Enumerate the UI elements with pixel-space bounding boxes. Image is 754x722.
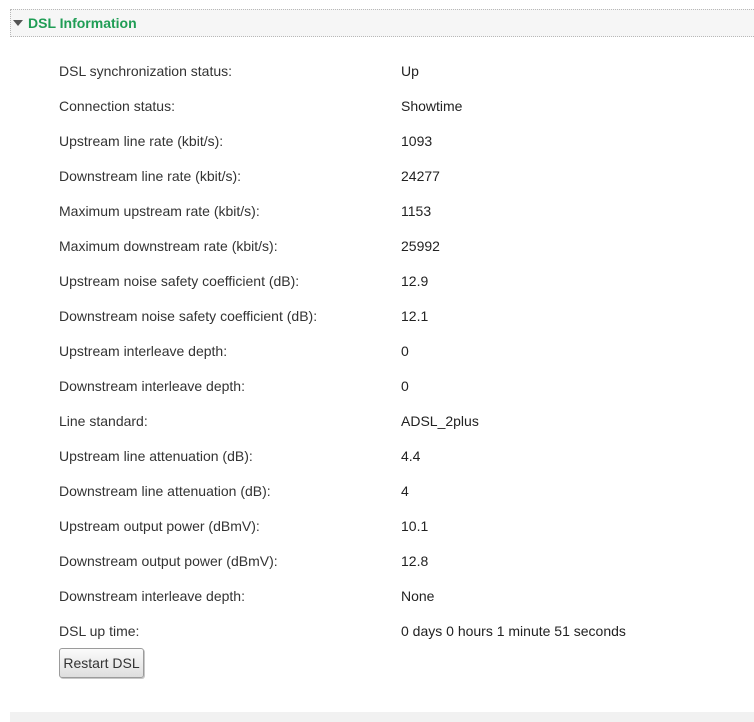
info-row: Downstream line attenuation (dB): 4 (59, 473, 626, 508)
dsl-information-page: DSL Information DSL synchronization stat… (0, 0, 754, 722)
info-value: 1153 (401, 202, 432, 219)
restart-dsl-button[interactable]: Restart DSL (59, 648, 144, 678)
info-row: Upstream output power (dBmV): 10.1 (59, 508, 626, 543)
info-label: Upstream noise safety coefficient (dB): (59, 272, 300, 289)
info-row: Maximum downstream rate (kbit/s): 25992 (59, 228, 626, 263)
info-row: Downstream interleave depth: None (59, 578, 626, 613)
info-row: DSL synchronization status: Up (59, 53, 626, 88)
info-label: Upstream line rate (kbit/s): (59, 132, 224, 149)
info-row: Connection status: Showtime (59, 88, 626, 123)
info-label: Downstream noise safety coefficient (dB)… (59, 307, 318, 324)
info-label: Maximum downstream rate (kbit/s): (59, 237, 278, 254)
info-row: Upstream interleave depth: 0 (59, 333, 626, 368)
info-value: None (401, 587, 435, 604)
info-value: 10.1 (401, 517, 429, 534)
info-label: DSL up time: (59, 622, 140, 639)
info-label: Downstream interleave depth: (59, 587, 245, 604)
info-value: 0 days 0 hours 1 minute 51 seconds (401, 622, 626, 639)
info-label: Downstream line rate (kbit/s): (59, 167, 242, 184)
info-row: Maximum upstream rate (kbit/s): 1153 (59, 193, 626, 228)
info-value: 1093 (401, 132, 433, 149)
info-value: 24277 (401, 167, 440, 184)
info-label: Maximum upstream rate (kbit/s): (59, 202, 260, 219)
info-row: Downstream noise safety coefficient (dB)… (59, 298, 626, 333)
info-row: Upstream line rate (kbit/s): 1093 (59, 123, 626, 158)
info-row: Upstream line attenuation (dB): 4.4 (59, 438, 626, 473)
section-title: DSL Information (28, 15, 137, 31)
info-value: ADSL_2plus (401, 412, 479, 429)
info-label: Line standard: (59, 412, 148, 429)
info-value: 12.1 (401, 307, 429, 324)
info-label: Upstream output power (dBmV): (59, 517, 260, 534)
info-value: 4.4 (401, 447, 421, 464)
next-section-bar (10, 712, 754, 722)
info-value: Up (401, 62, 419, 79)
dsl-info-table: DSL synchronization status: Up Connectio… (59, 53, 626, 648)
info-value: Showtime (401, 97, 463, 114)
info-value: 4 (401, 482, 409, 499)
info-value: 0 (401, 342, 409, 359)
info-value: 12.9 (401, 272, 429, 289)
info-row: Downstream output power (dBmV): 12.8 (59, 543, 626, 578)
info-row: Upstream noise safety coefficient (dB): … (59, 263, 626, 298)
info-row: Downstream line rate (kbit/s): 24277 (59, 158, 626, 193)
info-row: Downstream interleave depth: 0 (59, 368, 626, 403)
info-label: Upstream interleave depth: (59, 342, 228, 359)
info-value: 0 (401, 377, 409, 394)
info-label: Upstream line attenuation (dB): (59, 447, 253, 464)
info-value: 12.8 (401, 552, 429, 569)
info-label: Connection status: (59, 97, 175, 114)
info-row: DSL up time: 0 days 0 hours 1 minute 51 … (59, 613, 626, 648)
collapse-triangle-icon[interactable] (13, 18, 23, 28)
info-label: DSL synchronization status: (59, 62, 233, 79)
info-label: Downstream interleave depth: (59, 377, 245, 394)
info-label: Downstream line attenuation (dB): (59, 482, 271, 499)
info-value: 25992 (401, 237, 440, 254)
info-label: Downstream output power (dBmV): (59, 552, 278, 569)
info-row: Line standard: ADSL_2plus (59, 403, 626, 438)
section-header[interactable]: DSL Information (10, 9, 754, 37)
